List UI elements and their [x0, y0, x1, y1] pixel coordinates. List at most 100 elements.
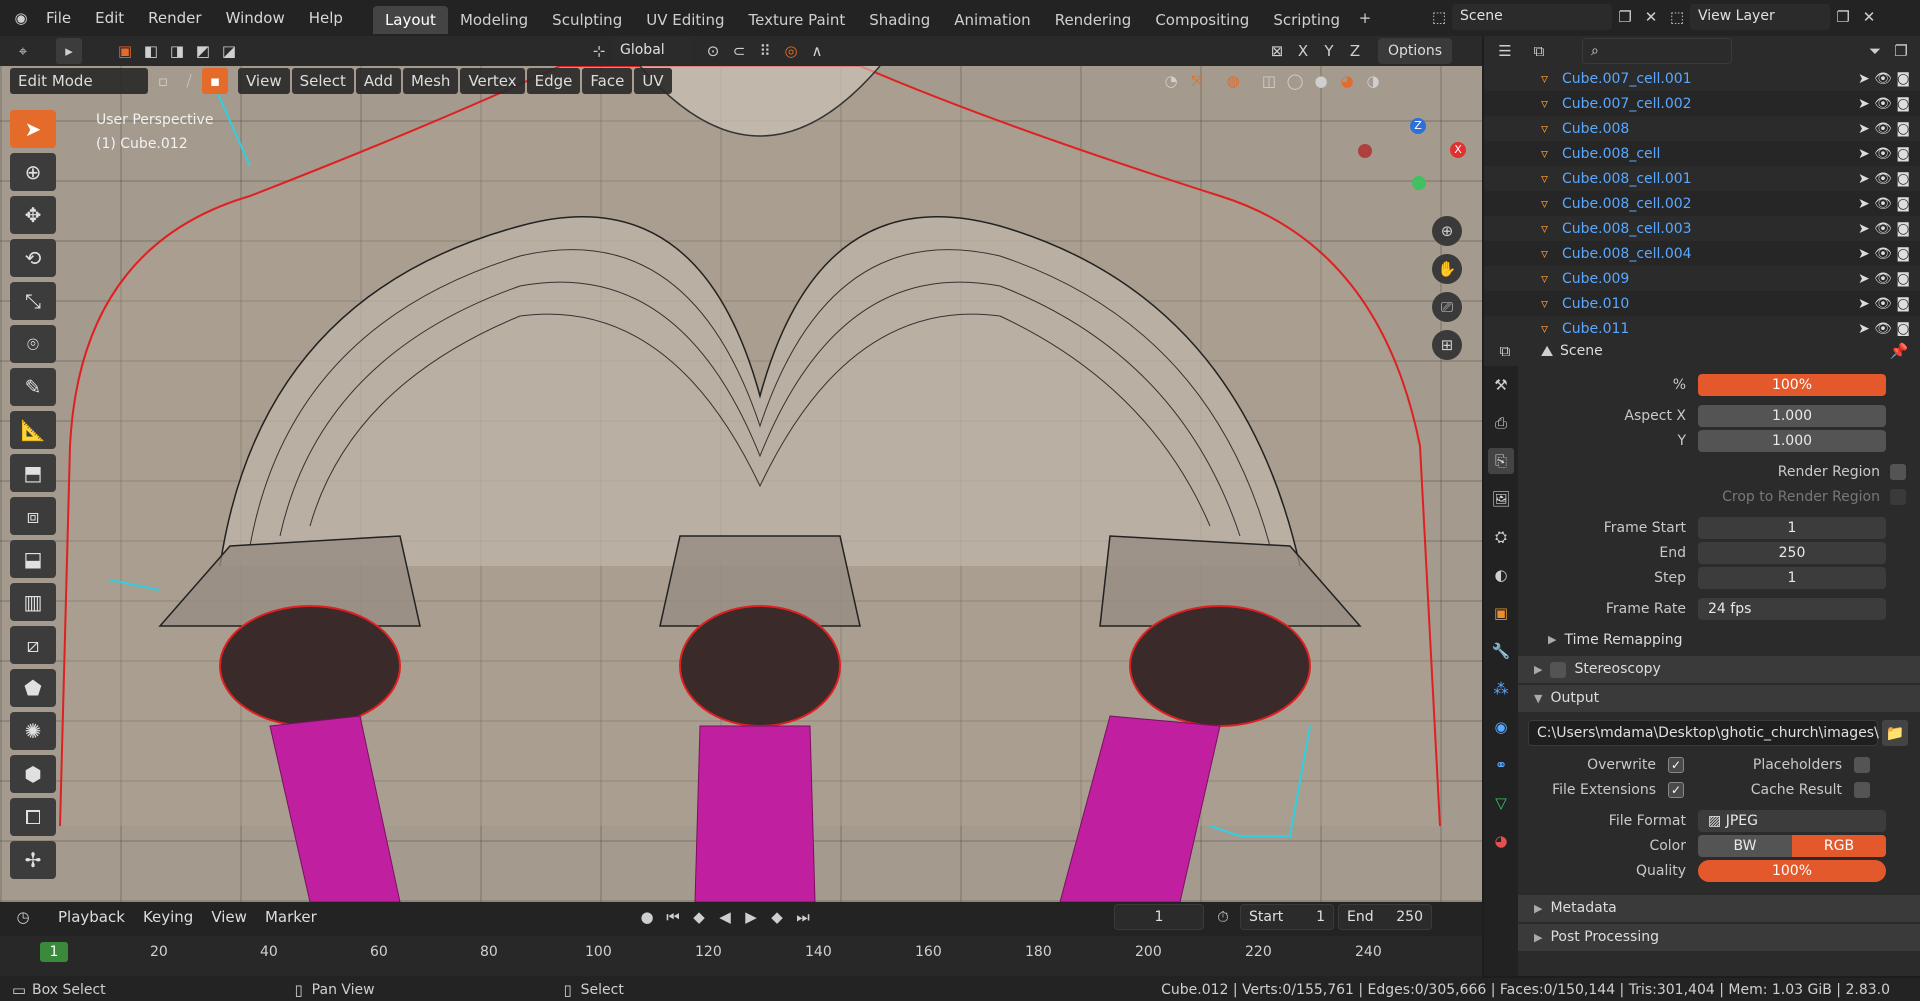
metadata-panel[interactable]: ▶ Metadata	[1518, 895, 1920, 922]
stopwatch-icon[interactable]: ⏱	[1210, 904, 1236, 930]
view-layer-tab-icon[interactable]: 🖼	[1488, 486, 1514, 512]
data-tab-icon[interactable]: ▽	[1488, 790, 1514, 816]
list-item[interactable]: ▿ Cube.007_cell.001 ➤ 👁 ◙	[1484, 66, 1920, 91]
ortho-grid-icon[interactable]: ⊞	[1432, 330, 1462, 360]
add-workspace-icon[interactable]: +	[1352, 5, 1378, 31]
next-keyframe-icon[interactable]: ◆	[764, 904, 790, 930]
camera-view-icon[interactable]: ⎚	[1432, 292, 1462, 322]
start-frame-field[interactable]: Start 1	[1240, 904, 1334, 930]
render-tab-icon[interactable]: ⎙	[1488, 410, 1514, 436]
shading-material-icon[interactable]: ◕	[1334, 68, 1360, 94]
scene-name-field[interactable]: Scene	[1452, 4, 1612, 30]
measure-tool-icon[interactable]: 📐	[10, 411, 56, 449]
frame-rate-dropdown[interactable]: 24 fps	[1698, 597, 1886, 620]
tool-tab-icon[interactable]: ⚒	[1488, 372, 1514, 398]
timeline-ruler[interactable]: 1 20 40 60 80 100 120 140 160 180 200 22…	[0, 936, 1482, 976]
list-item[interactable]: ▿ Cube.008_cell.004 ➤ 👁 ◙	[1484, 241, 1920, 266]
view-layer-field[interactable]: View Layer	[1690, 4, 1830, 30]
pan-hand-icon[interactable]: ✋	[1432, 254, 1462, 284]
timeline-menu-view[interactable]: View	[203, 904, 255, 930]
list-item[interactable]: ▿ Cube.008_cell ➤ 👁 ◙	[1484, 141, 1920, 166]
jump-start-icon[interactable]: ⏮	[660, 904, 686, 930]
select-mode-new-icon[interactable]: ▣	[112, 38, 138, 64]
new-view-layer-icon[interactable]: ❐	[1830, 4, 1856, 30]
list-item[interactable]: ▿ Cube.010 ➤ 👁 ◙	[1484, 291, 1920, 316]
outliner-editor-type-icon[interactable]: ☰	[1492, 38, 1518, 64]
shading-solid-icon[interactable]: ●	[1308, 68, 1334, 94]
menu-help[interactable]: Help	[297, 0, 355, 36]
overlays-toggle-icon[interactable]: ◍	[1220, 68, 1246, 94]
tab-compositing[interactable]: Compositing	[1143, 6, 1261, 34]
proportional-edit-icon[interactable]: ◎	[778, 38, 804, 64]
viewport-menu-uv[interactable]: UV	[634, 68, 672, 94]
timeline-menu-keying[interactable]: Keying	[135, 904, 201, 930]
navigation-gizmo[interactable]: Z X	[1358, 106, 1470, 206]
viewport-menu-select[interactable]: Select	[291, 68, 354, 94]
rotate-tool-icon[interactable]: ⟲	[10, 239, 56, 277]
vertex-select-icon[interactable]: ▫	[150, 68, 176, 94]
axis-y-toggle[interactable]: Y	[1316, 38, 1342, 64]
pivot-point-icon[interactable]: ⊙	[700, 38, 726, 64]
viewport-menu-vertex[interactable]: Vertex	[460, 68, 525, 94]
display-mode-icon[interactable]: ⧉	[1526, 38, 1552, 64]
folder-icon[interactable]: 📁	[1882, 720, 1908, 746]
resolution-percent-field[interactable]: 100%	[1698, 373, 1886, 396]
playhead[interactable]: 1	[40, 942, 68, 962]
aspect-x-field[interactable]: 1.000	[1698, 404, 1886, 427]
menu-edit[interactable]: Edit	[83, 0, 136, 36]
jump-end-icon[interactable]: ⏭	[790, 904, 816, 930]
menu-window[interactable]: Window	[214, 0, 297, 36]
select-mode-intersect-icon[interactable]: ◪	[216, 38, 242, 64]
menu-render[interactable]: Render	[136, 0, 213, 36]
list-item[interactable]: ▿ Cube.007_cell.002 ➤ 👁 ◙	[1484, 91, 1920, 116]
annotate-tool-icon[interactable]: ✎	[10, 368, 56, 406]
particles-tab-icon[interactable]: ⁂	[1488, 676, 1514, 702]
smooth-tool-icon[interactable]: ⬢	[10, 755, 56, 793]
gizmo-y-axis[interactable]	[1412, 176, 1426, 190]
output-tab-icon[interactable]: ⎘	[1488, 448, 1514, 474]
placeholders-checkbox[interactable]	[1854, 756, 1870, 773]
tab-sculpting[interactable]: Sculpting	[540, 6, 634, 34]
face-select-icon[interactable]: ▪	[202, 68, 228, 94]
snap-target-icon[interactable]: ⠿	[752, 38, 778, 64]
poly-build-tool-icon[interactable]: ⬟	[10, 669, 56, 707]
outliner-search-input[interactable]: ⌕	[1582, 38, 1732, 64]
list-item[interactable]: ▿ Cube.008 ➤ 👁 ◙	[1484, 116, 1920, 141]
edge-select-icon[interactable]: ⧸	[176, 68, 202, 94]
tab-texture-paint[interactable]: Texture Paint	[736, 6, 857, 34]
transform-orientation-dropdown[interactable]: Global	[612, 38, 692, 64]
shading-rendered-icon[interactable]: ◑	[1360, 68, 1386, 94]
visibility-icon[interactable]: ◔	[1158, 68, 1184, 94]
editor-type-icon[interactable]: ⌖	[10, 38, 36, 64]
gizmo-x-axis[interactable]: X	[1450, 142, 1466, 158]
viewport-menu-add[interactable]: Add	[355, 68, 401, 94]
3d-viewport[interactable]: User Perspective (1) Cube.012 Z X ⊕ ✋ ⎚ …	[0, 66, 1482, 902]
bevel-tool-icon[interactable]: ⬓	[10, 540, 56, 578]
proportional-falloff-icon[interactable]: ∧	[804, 38, 830, 64]
color-bw-button[interactable]: BW	[1698, 834, 1792, 857]
list-item[interactable]: ▿ Cube.009 ➤ 👁 ◙	[1484, 266, 1920, 291]
cursor-tool-icon[interactable]: ⊕	[10, 153, 56, 191]
list-item[interactable]: ▿ Cube.008_cell.003 ➤ 👁 ◙	[1484, 216, 1920, 241]
color-rgb-button[interactable]: RGB	[1792, 834, 1886, 857]
timeline-menu-playback[interactable]: Playback	[50, 904, 133, 930]
delete-scene-icon[interactable]: ✕	[1638, 4, 1664, 30]
axis-z-toggle[interactable]: Z	[1342, 38, 1368, 64]
transform-tool-icon[interactable]: ⌾	[10, 325, 56, 363]
tab-rendering[interactable]: Rendering	[1043, 6, 1144, 34]
menu-file[interactable]: File	[34, 0, 83, 36]
cache-result-checkbox[interactable]	[1854, 781, 1870, 798]
select-tool-icon[interactable]: ▸	[56, 38, 82, 64]
tab-animation[interactable]: Animation	[942, 6, 1042, 34]
frame-start-field[interactable]: 1	[1698, 516, 1886, 539]
tab-modeling[interactable]: Modeling	[448, 6, 540, 34]
physics-tab-icon[interactable]: ◉	[1488, 714, 1514, 740]
output-path-input[interactable]: C:\Users\mdama\Desktop\ghotic_church\ima…	[1528, 720, 1879, 746]
viewport-menu-mesh[interactable]: Mesh	[402, 68, 459, 94]
stereoscopy-checkbox[interactable]	[1550, 661, 1567, 678]
mirror-icon[interactable]: ⊠	[1264, 38, 1290, 64]
loop-cut-tool-icon[interactable]: ▥	[10, 583, 56, 621]
render-region-checkbox[interactable]	[1890, 463, 1906, 480]
select-mode-extend-icon[interactable]: ◧	[138, 38, 164, 64]
select-box-tool-icon[interactable]: ➤	[10, 110, 56, 148]
